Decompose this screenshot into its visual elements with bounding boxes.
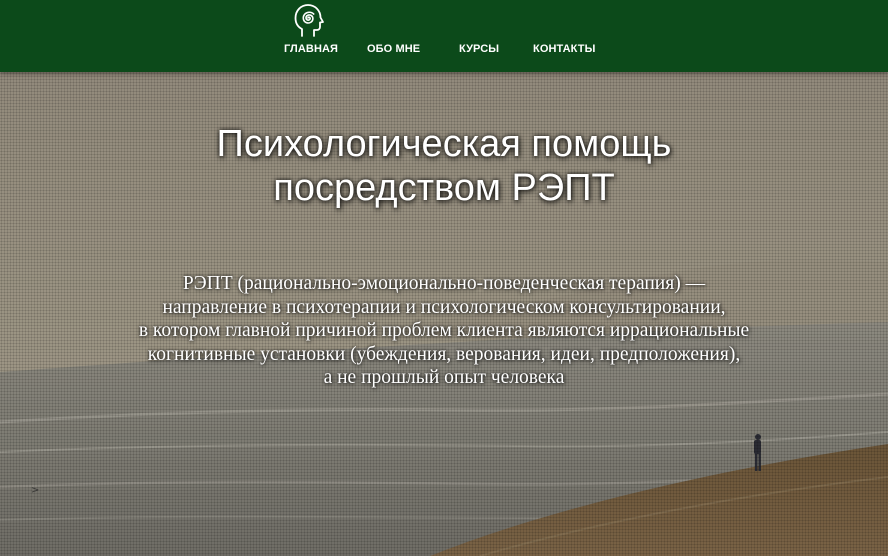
- hero-description-line: РЭПТ (рационально-эмоционально-поведенче…: [182, 273, 706, 294]
- chevron-right-icon[interactable]: >: [31, 485, 39, 496]
- hero-description: РЭПТ (рационально-эмоционально-поведенче…: [0, 272, 888, 390]
- hero-description-line: когнитивные установки (убеждения, верова…: [147, 343, 741, 365]
- nav-home[interactable]: ГЛАВНАЯ: [284, 43, 338, 55]
- hero-description-line: направление в психотерапии и психологиче…: [162, 296, 726, 318]
- hero-title-line: посредством РЭПТ: [273, 167, 615, 209]
- hero-title-line: Психологическая помощь: [216, 123, 672, 165]
- site-header: ГЛАВНАЯ ОБО МНЕ КУРСЫ КОНТАКТЫ: [0, 0, 888, 72]
- nav-courses[interactable]: КУРСЫ: [459, 43, 499, 55]
- head-spiral-icon[interactable]: [290, 2, 326, 38]
- hero-section: Психологическая помощь посредством РЭПТ …: [0, 72, 888, 556]
- hero-description-line: в котором главной причиной проблем клиен…: [138, 320, 750, 341]
- nav-about[interactable]: ОБО МНЕ: [367, 43, 420, 55]
- nav-contacts[interactable]: КОНТАКТЫ: [533, 43, 595, 55]
- hero-title: Психологическая помощь посредством РЭПТ: [0, 122, 888, 210]
- hero-description-line: а не прошлый опыт человека: [323, 367, 565, 388]
